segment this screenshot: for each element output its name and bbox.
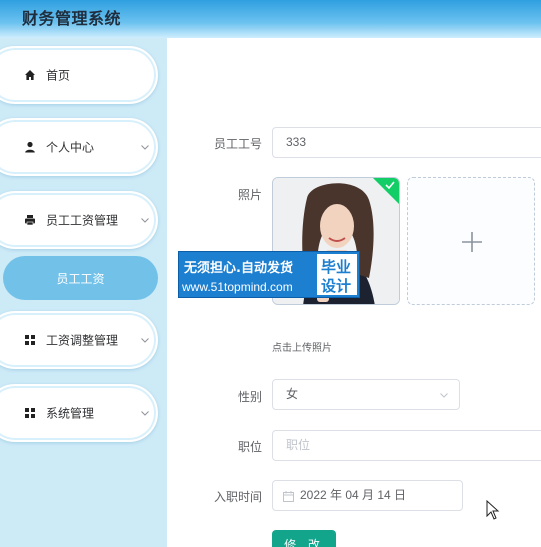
position-label: 职位 xyxy=(237,440,262,454)
mouse-cursor-icon xyxy=(486,500,500,520)
position-input[interactable]: 职位 xyxy=(272,430,541,461)
sidebar-item-label: 系统管理 xyxy=(46,406,95,421)
app-title: 财务管理系统 xyxy=(22,9,122,28)
sidebar-item-profile[interactable]: 个人中心 xyxy=(0,118,158,176)
chevron-down-icon xyxy=(141,218,149,223)
chevron-down-icon xyxy=(141,411,149,416)
chevron-down-icon xyxy=(440,393,448,398)
sidebar-subitem-label: 员工工资 xyxy=(56,271,105,286)
grid-icon xyxy=(25,335,35,345)
upload-hint: 点击上传照片 xyxy=(272,343,332,354)
printer-icon xyxy=(25,215,35,226)
photo-upload-button[interactable] xyxy=(407,177,535,305)
home-icon xyxy=(25,70,35,80)
plus-icon xyxy=(462,232,482,252)
gender-select[interactable]: 女 xyxy=(272,379,460,410)
sidebar-item-home[interactable]: 首页 xyxy=(0,46,158,104)
sidebar: 首页 个人中心 员工工资管理 员工工资 工资调整管理 系统管理 xyxy=(0,38,167,547)
submit-button[interactable]: 修 改 xyxy=(272,530,336,547)
chevron-down-icon xyxy=(141,338,149,343)
user-icon xyxy=(25,141,35,153)
hire-date-picker[interactable]: 2022 年 04 月 14 日 xyxy=(272,480,463,511)
sidebar-subitem-salary[interactable]: 员工工资 xyxy=(3,256,158,300)
grid-icon xyxy=(25,408,35,418)
upload-success-check-icon xyxy=(373,178,399,204)
employee-id-input[interactable]: 333 xyxy=(272,127,541,158)
hire-date-label: 入职时间 xyxy=(213,490,262,504)
calendar-icon xyxy=(283,491,294,502)
gender-label: 性别 xyxy=(237,390,262,404)
gender-value: 女 xyxy=(286,387,299,401)
sidebar-item-label: 个人中心 xyxy=(46,140,95,155)
sidebar-item-salary-management[interactable]: 员工工资管理 xyxy=(0,191,158,249)
sidebar-item-label: 工资调整管理 xyxy=(46,333,119,348)
hire-date-value: 2022 年 04 月 14 日 xyxy=(300,488,407,502)
watermark-banner: 无须担心.自动发货 www.51topmind.com 毕业 设计 xyxy=(178,251,360,298)
sidebar-item-salary-adjustment[interactable]: 工资调整管理 xyxy=(0,311,158,369)
watermark-text: 无须担心.自动发货 xyxy=(184,261,293,276)
sidebar-item-label: 员工工资管理 xyxy=(46,213,119,228)
employee-id-label: 员工工号 xyxy=(213,137,262,151)
sidebar-item-system[interactable]: 系统管理 xyxy=(0,384,158,442)
top-bar: 财务管理系统 xyxy=(0,0,541,38)
photo-label: 照片 xyxy=(237,188,262,202)
watermark-badge-line2: 设计 xyxy=(321,277,352,295)
watermark-badge: 毕业 设计 xyxy=(316,253,358,296)
sidebar-item-label: 首页 xyxy=(46,68,71,83)
watermark-badge-line1: 毕业 xyxy=(321,258,352,276)
watermark-url: www.51topmind.com xyxy=(182,280,293,294)
chevron-down-icon xyxy=(141,145,149,150)
